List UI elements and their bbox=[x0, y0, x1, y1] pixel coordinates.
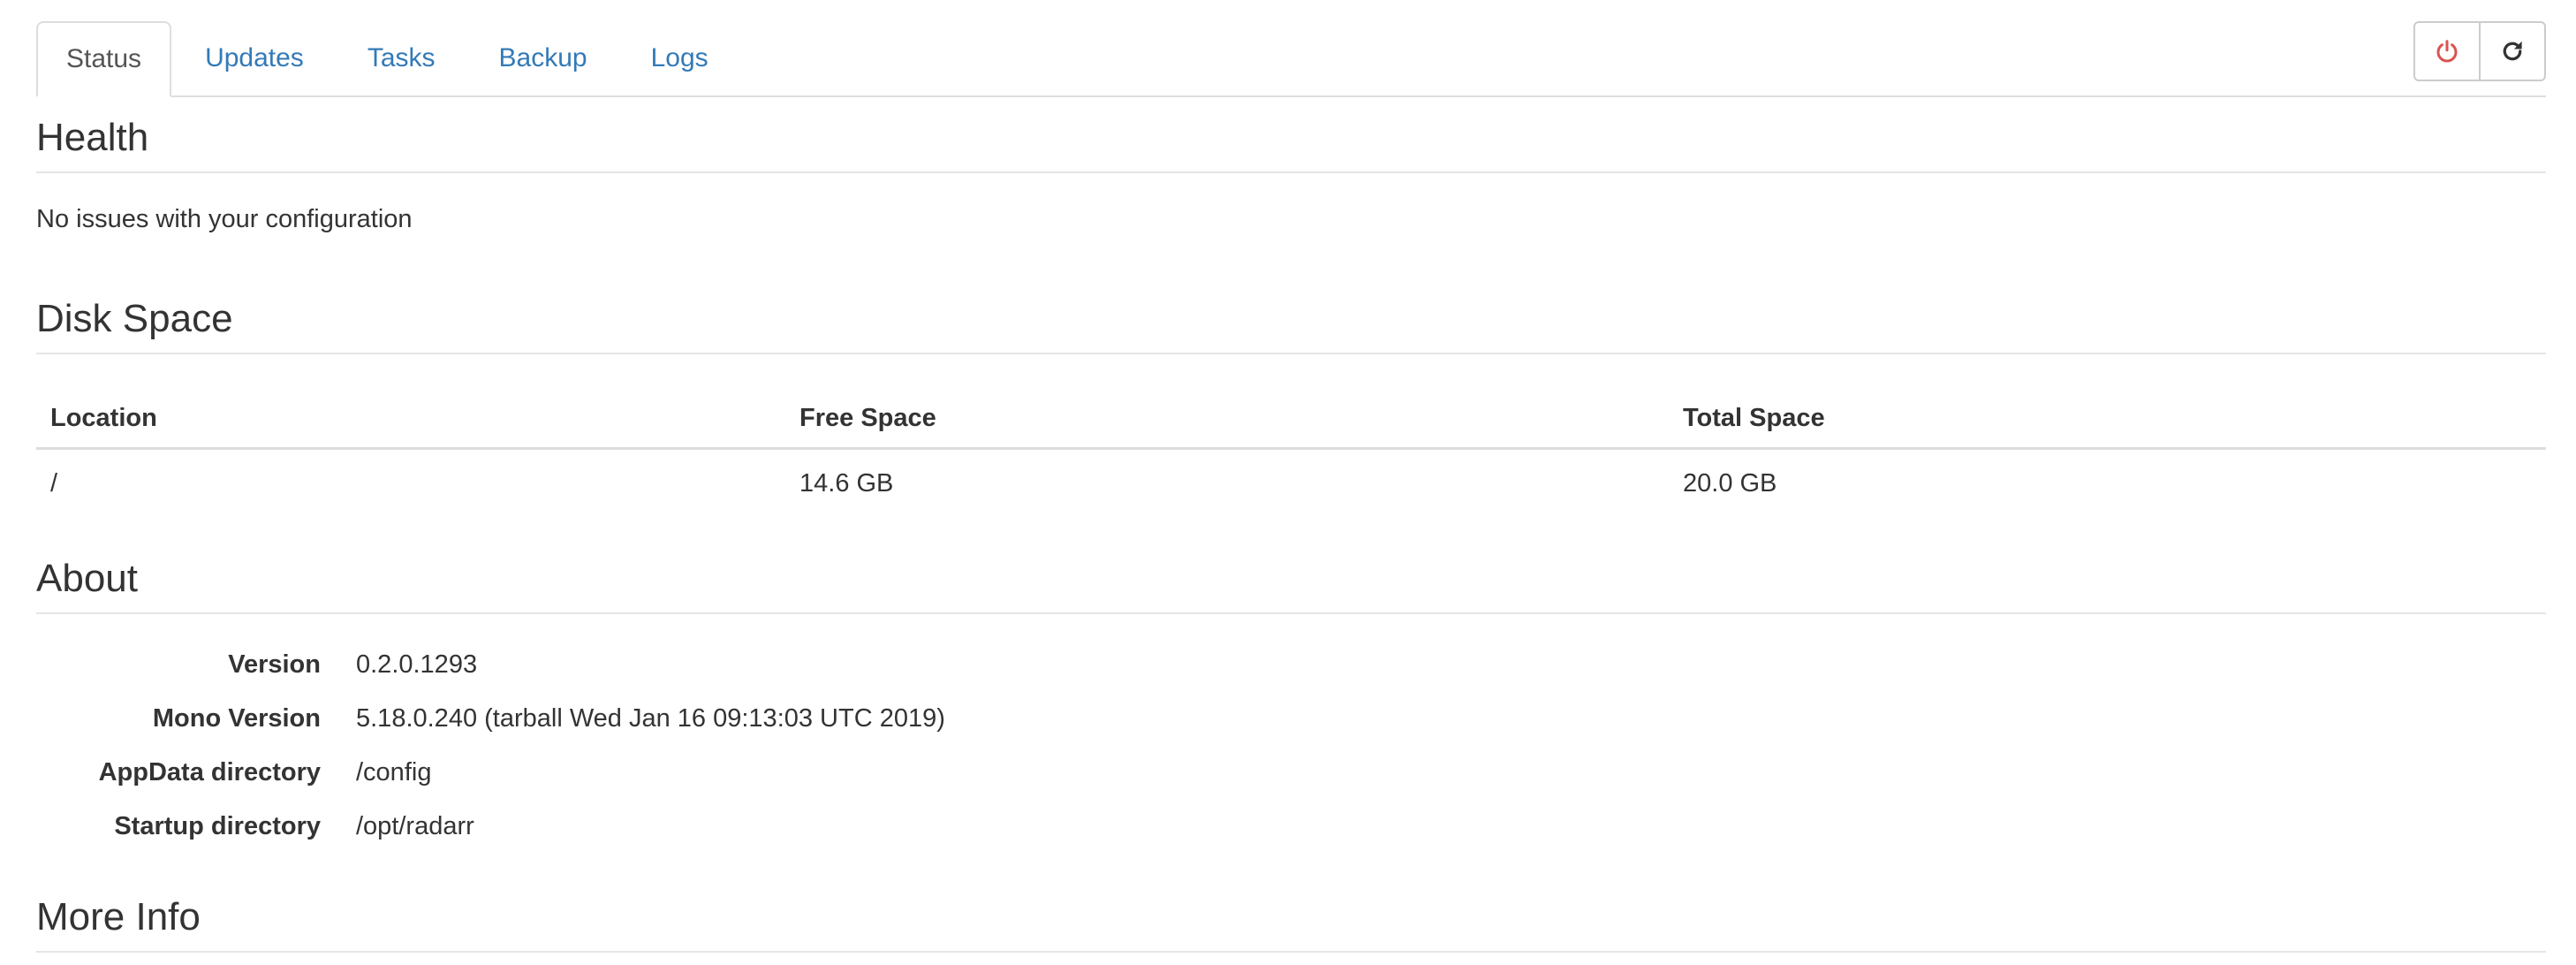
cell-location: / bbox=[50, 468, 58, 498]
tab-tasks[interactable]: Tasks bbox=[337, 21, 466, 95]
about-row-startup-directory: Startup directory /opt/radarr bbox=[36, 800, 474, 853]
tab-status[interactable]: Status bbox=[36, 21, 172, 97]
disk-space-heading: Disk Space bbox=[36, 294, 2546, 354]
about-value: 5.18.0.240 (tarball Wed Jan 16 09:13:03 … bbox=[356, 703, 945, 733]
cell-free-space: 14.6 GB bbox=[799, 468, 894, 498]
system-actions bbox=[2413, 21, 2546, 81]
table-header-row: Location Free Space Total Space bbox=[36, 389, 2546, 450]
about-row-mono-version: Mono Version 5.18.0.240 (tarball Wed Jan… bbox=[36, 692, 945, 745]
disk-space-table: Location Free Space Total Space / 14.6 G… bbox=[36, 389, 2546, 517]
tab-updates[interactable]: Updates bbox=[175, 21, 334, 95]
about-row-appdata-directory: AppData directory /config bbox=[36, 746, 432, 799]
table-row: / 14.6 GB 20.0 GB bbox=[36, 449, 2546, 518]
about-label: Version bbox=[228, 650, 321, 679]
about-value: 0.2.0.1293 bbox=[356, 650, 478, 679]
about-value: /config bbox=[356, 757, 432, 786]
tab-bar: Status Updates Tasks Backup Logs bbox=[36, 21, 2546, 97]
about-label: Startup directory bbox=[114, 811, 321, 840]
refresh-icon bbox=[2503, 41, 2522, 61]
more-info-heading: More Info bbox=[36, 893, 2546, 953]
health-heading: Health bbox=[36, 113, 2546, 173]
column-header-free-space: Free Space bbox=[785, 389, 1669, 450]
about-label: AppData directory bbox=[98, 757, 321, 786]
about-row-version: Version 0.2.0.1293 bbox=[36, 638, 477, 691]
power-icon bbox=[2436, 40, 2458, 63]
about-heading: About bbox=[36, 554, 2546, 614]
system-status-page: Status Updates Tasks Backup Logs Health … bbox=[0, 0, 2576, 965]
column-header-total-space: Total Space bbox=[1669, 389, 2546, 450]
about-value: /opt/radarr bbox=[356, 811, 474, 840]
about-label: Mono Version bbox=[152, 703, 321, 733]
cell-total-space: 20.0 GB bbox=[1683, 468, 1777, 498]
tab-logs[interactable]: Logs bbox=[621, 21, 739, 95]
restart-button[interactable] bbox=[2479, 21, 2546, 81]
tab-list: Status Updates Tasks Backup Logs bbox=[36, 21, 742, 97]
tab-backup[interactable]: Backup bbox=[469, 21, 617, 95]
column-header-location: Location bbox=[36, 389, 785, 450]
shutdown-button[interactable] bbox=[2413, 21, 2481, 81]
health-message: No issues with your configuration bbox=[36, 205, 413, 233]
